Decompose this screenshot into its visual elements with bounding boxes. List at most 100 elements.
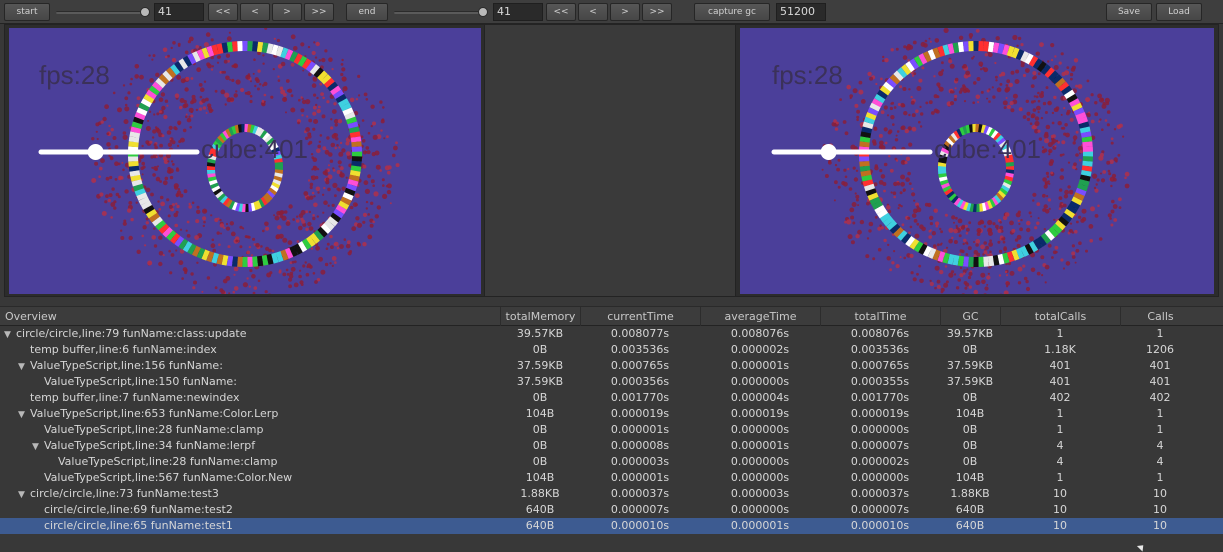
cube <box>247 256 253 268</box>
particle <box>198 107 203 111</box>
capture-gc-input[interactable]: 51200 <box>776 3 826 21</box>
table-row[interactable]: ▼ circle/circle,line:79 funName:class:upd… <box>0 326 1223 342</box>
particle <box>114 178 118 181</box>
particle <box>310 175 313 178</box>
start-slider-thumb[interactable] <box>140 7 150 17</box>
end-first-button[interactable]: << <box>546 3 576 21</box>
column-header-total-time[interactable]: totalTime <box>820 307 940 326</box>
expand-triangle-icon[interactable]: ▼ <box>18 487 30 503</box>
cell-average-time: 0.000002s <box>730 343 790 356</box>
particle <box>166 198 170 202</box>
load-button[interactable]: Load <box>1156 3 1202 21</box>
start-prev-button[interactable]: < <box>240 3 270 21</box>
column-header-average-time[interactable]: averageTime <box>700 307 820 326</box>
particle <box>193 280 197 285</box>
particle <box>858 80 863 85</box>
table-row[interactable]: ▼ circle/circle,line:73 funName:test3 1.8… <box>0 486 1223 502</box>
cube <box>128 160 139 167</box>
end-slider[interactable] <box>394 3 488 21</box>
table-row[interactable]: circle/circle,line:69 funName:test2 640B… <box>0 502 1223 518</box>
expand-triangle-icon[interactable]: ▼ <box>4 327 16 343</box>
table-row-selected[interactable]: circle/circle,line:65 funName:test1 640B… <box>0 518 1223 534</box>
particle <box>1037 91 1040 95</box>
particle <box>882 182 887 186</box>
particle <box>928 100 933 105</box>
preview-slider-thumb[interactable] <box>87 144 104 160</box>
start-last-button[interactable]: >> <box>304 3 334 21</box>
particle <box>288 284 292 289</box>
particle <box>846 219 852 225</box>
particle <box>893 250 896 253</box>
table-row[interactable]: ValueTypeScript,line:28 funName:clamp 0B… <box>0 454 1223 470</box>
particle <box>313 119 319 124</box>
particle <box>136 249 141 254</box>
start-slider[interactable] <box>56 3 150 21</box>
end-slider-thumb[interactable] <box>478 7 488 17</box>
table-row[interactable]: ValueTypeScript,line:28 funName:clamp 0B… <box>0 422 1223 438</box>
save-button[interactable]: Save <box>1106 3 1152 21</box>
particle <box>911 192 916 197</box>
particle <box>128 235 133 241</box>
particle <box>910 100 915 105</box>
particle <box>938 86 944 92</box>
particle <box>207 106 212 111</box>
table-row[interactable]: ▼ ValueTypeScript,line:156 funName: 37.59… <box>0 358 1223 374</box>
particle <box>365 98 369 101</box>
cube-count-text: cube:401 <box>201 134 308 164</box>
table-row[interactable]: ▼ ValueTypeScript,line:653 funName:Color.… <box>0 406 1223 422</box>
particle <box>287 240 293 246</box>
particle <box>257 69 261 73</box>
particle <box>896 130 900 133</box>
column-header-gc[interactable]: GC <box>940 307 1000 326</box>
particle <box>1025 286 1031 292</box>
particle <box>345 176 348 179</box>
cell-calls: 4 <box>1156 439 1164 452</box>
preview-slider-thumb[interactable] <box>820 144 837 160</box>
particle <box>277 79 281 82</box>
particle <box>929 281 934 287</box>
end-prev-button[interactable]: < <box>578 3 608 21</box>
expand-triangle-icon[interactable]: ▼ <box>32 439 44 455</box>
end-last-button[interactable]: >> <box>642 3 672 21</box>
cell-gc: 104B <box>955 471 985 484</box>
particle <box>855 234 860 239</box>
expand-triangle-icon[interactable]: ▼ <box>18 407 30 423</box>
particle <box>158 251 164 256</box>
particle <box>317 144 322 149</box>
start-next-button[interactable]: > <box>272 3 302 21</box>
start-first-button[interactable]: << <box>208 3 238 21</box>
particle <box>930 111 935 115</box>
column-header-overview[interactable]: Overview <box>0 307 500 326</box>
expand-triangle-icon[interactable]: ▼ <box>18 359 30 375</box>
particle <box>160 201 166 207</box>
start-frame-input[interactable]: 41 <box>154 3 204 21</box>
particle <box>174 185 179 190</box>
end-next-button[interactable]: > <box>610 3 640 21</box>
particle <box>855 194 860 199</box>
particle <box>836 167 840 172</box>
particle <box>323 200 328 205</box>
particle <box>188 202 191 206</box>
column-header-calls[interactable]: Calls <box>1120 307 1200 326</box>
particle <box>108 193 113 198</box>
particle <box>321 57 326 63</box>
column-header-total-memory[interactable]: totalMemory <box>500 307 580 326</box>
particle <box>1069 117 1074 122</box>
particle <box>1003 106 1007 110</box>
particle <box>201 98 206 103</box>
table-row[interactable]: temp buffer,line:7 funName:newindex 0B 0… <box>0 390 1223 406</box>
table-row[interactable]: ValueTypeScript,line:150 funName: 37.59K… <box>0 374 1223 390</box>
cell-total-calls: 401 <box>1049 375 1071 388</box>
end-frame-input[interactable]: 41 <box>493 3 543 21</box>
cell-total-time: 0.000007s <box>850 439 910 452</box>
table-row[interactable]: temp buffer,line:6 funName:index 0B 0.00… <box>0 342 1223 358</box>
table-row[interactable]: ▼ ValueTypeScript,line:34 funName:lerpf 0… <box>0 438 1223 454</box>
particle <box>161 134 165 138</box>
particle <box>220 89 226 95</box>
cell-total-time: 0.000002s <box>850 455 910 468</box>
table-row[interactable]: ValueTypeScript,line:567 funName:Color.N… <box>0 470 1223 486</box>
particle <box>134 64 140 69</box>
particle <box>1026 111 1031 116</box>
column-header-current-time[interactable]: currentTime <box>580 307 700 326</box>
column-header-total-calls[interactable]: totalCalls <box>1000 307 1120 326</box>
